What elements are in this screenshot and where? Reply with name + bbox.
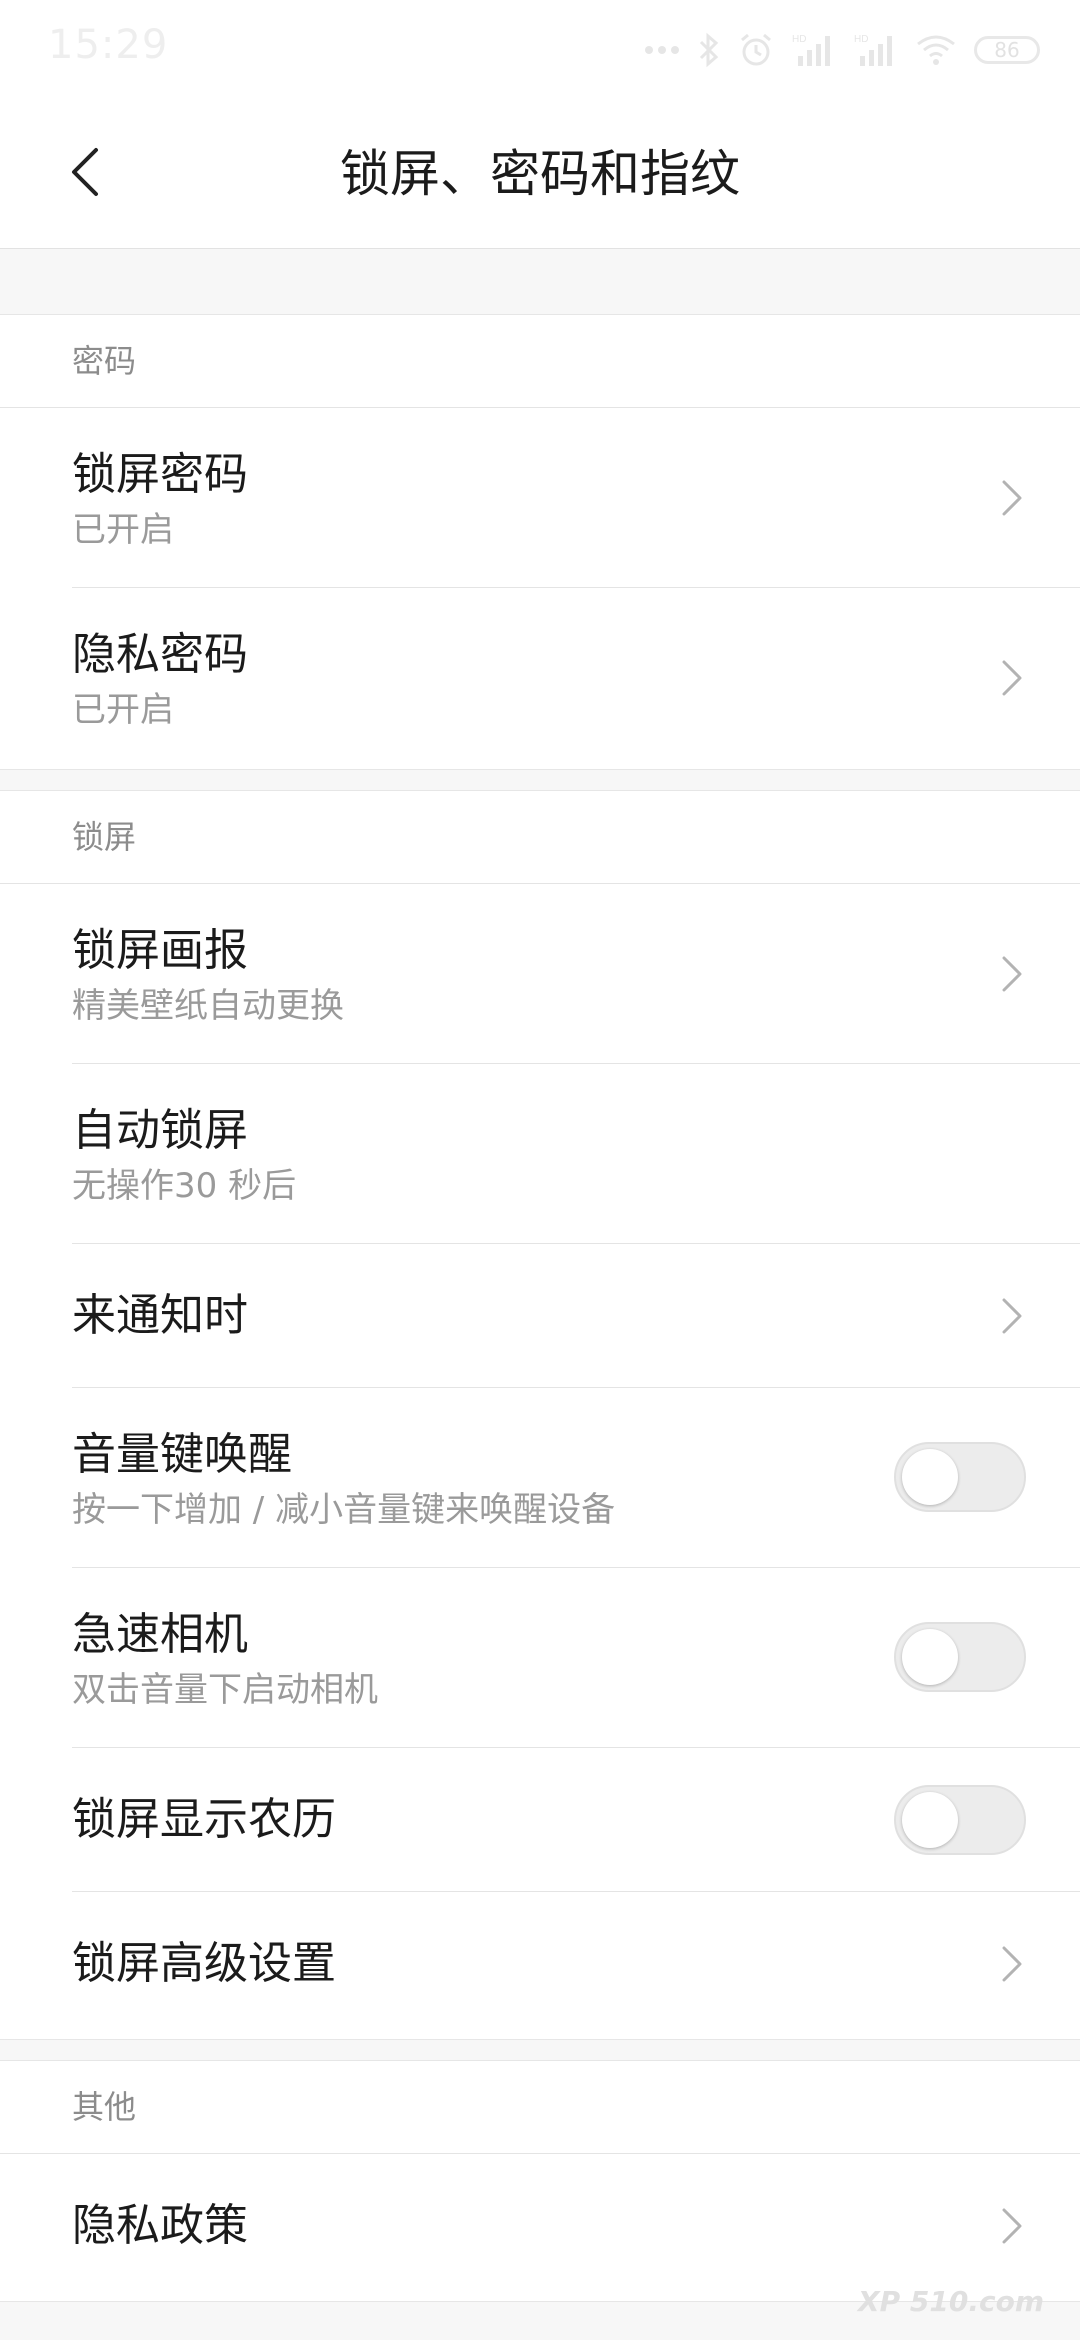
item-title: 自动锁屏	[72, 1105, 248, 1156]
item-subtitle: 无操作30 秒后	[72, 1166, 297, 1206]
status-icons: HD HD 86	[644, 28, 1040, 72]
lunar-calendar-toggle[interactable]	[894, 1785, 1026, 1855]
signal-hd-icon: HD	[792, 32, 836, 68]
chevron-right-icon	[1002, 480, 1022, 516]
item-title: 锁屏画报	[72, 925, 248, 976]
advanced-settings-item[interactable]: 锁屏高级设置	[72, 1892, 1080, 2036]
bluetooth-icon	[698, 32, 720, 68]
item-title: 锁屏密码	[72, 449, 248, 500]
alarm-icon	[738, 32, 774, 68]
battery-level: 86	[994, 38, 1020, 62]
item-title: 锁屏高级设置	[72, 1938, 336, 1989]
password-section: 密码 锁屏密码 已开启 隐私密码 已开启	[0, 314, 1080, 770]
lockscreen-magazine-item[interactable]: 锁屏画报 精美壁纸自动更换	[72, 884, 1080, 1064]
toggle-knob	[902, 1629, 958, 1685]
chevron-right-icon	[1002, 660, 1022, 696]
svg-text:HD: HD	[854, 34, 868, 45]
privacy-password-item[interactable]: 隐私密码 已开启	[72, 588, 1080, 768]
quick-camera-toggle[interactable]	[894, 1622, 1026, 1692]
battery-icon: 86	[974, 36, 1040, 64]
status-bar: 15:29 HD HD 86	[0, 0, 1080, 100]
lock-screen-password-item[interactable]: 锁屏密码 已开启	[72, 408, 1080, 588]
toggle-knob	[902, 1449, 958, 1505]
section-title-password: 密码	[0, 315, 1080, 408]
wifi-icon	[916, 34, 956, 66]
item-subtitle: 双击音量下启动相机	[72, 1670, 378, 1710]
privacy-policy-item[interactable]: 隐私政策	[72, 2154, 1080, 2298]
item-subtitle: 精美壁纸自动更换	[72, 986, 344, 1026]
item-title: 音量键唤醒	[72, 1429, 292, 1480]
page-title: 锁屏、密码和指纹	[340, 145, 740, 203]
item-subtitle: 已开启	[72, 690, 174, 730]
quick-camera-item: 急速相机 双击音量下启动相机	[72, 1568, 1080, 1748]
app-header: 锁屏、密码和指纹	[0, 100, 1080, 249]
chevron-right-icon	[1002, 1298, 1022, 1334]
item-title: 急速相机	[72, 1609, 248, 1660]
section-title-other: 其他	[0, 2061, 1080, 2154]
item-title: 来通知时	[72, 1290, 248, 1341]
watermark-logo: XP 510.com	[858, 2285, 1044, 2318]
notification-item[interactable]: 来通知时	[72, 1244, 1080, 1388]
toggle-knob	[902, 1792, 958, 1848]
lunar-calendar-item: 锁屏显示农历	[72, 1748, 1080, 1892]
other-section: 其他 隐私政策	[0, 2060, 1080, 2302]
item-title: 隐私政策	[72, 2200, 248, 2251]
svg-text:HD: HD	[792, 34, 806, 45]
lockscreen-section: 锁屏 锁屏画报 精美壁纸自动更换 自动锁屏 无操作30 秒后 来通知时 音量键唤…	[0, 790, 1080, 2040]
status-time: 15:29	[48, 22, 169, 68]
more-dots-icon	[644, 45, 680, 55]
item-title: 锁屏显示农历	[72, 1794, 336, 1845]
chevron-right-icon	[1002, 1946, 1022, 1982]
section-title-lockscreen: 锁屏	[0, 791, 1080, 884]
chevron-right-icon	[1002, 2208, 1022, 2244]
auto-lock-item[interactable]: 自动锁屏 无操作30 秒后	[72, 1064, 1080, 1244]
volume-key-wake-item: 音量键唤醒 按一下增加 / 减小音量键来唤醒设备	[72, 1388, 1080, 1568]
item-title: 隐私密码	[72, 629, 248, 680]
item-subtitle: 已开启	[72, 510, 174, 550]
item-subtitle: 按一下增加 / 减小音量键来唤醒设备	[72, 1490, 616, 1530]
volume-key-wake-toggle[interactable]	[894, 1442, 1026, 1512]
signal-hd-icon: HD	[854, 32, 898, 68]
chevron-right-icon	[1002, 956, 1022, 992]
